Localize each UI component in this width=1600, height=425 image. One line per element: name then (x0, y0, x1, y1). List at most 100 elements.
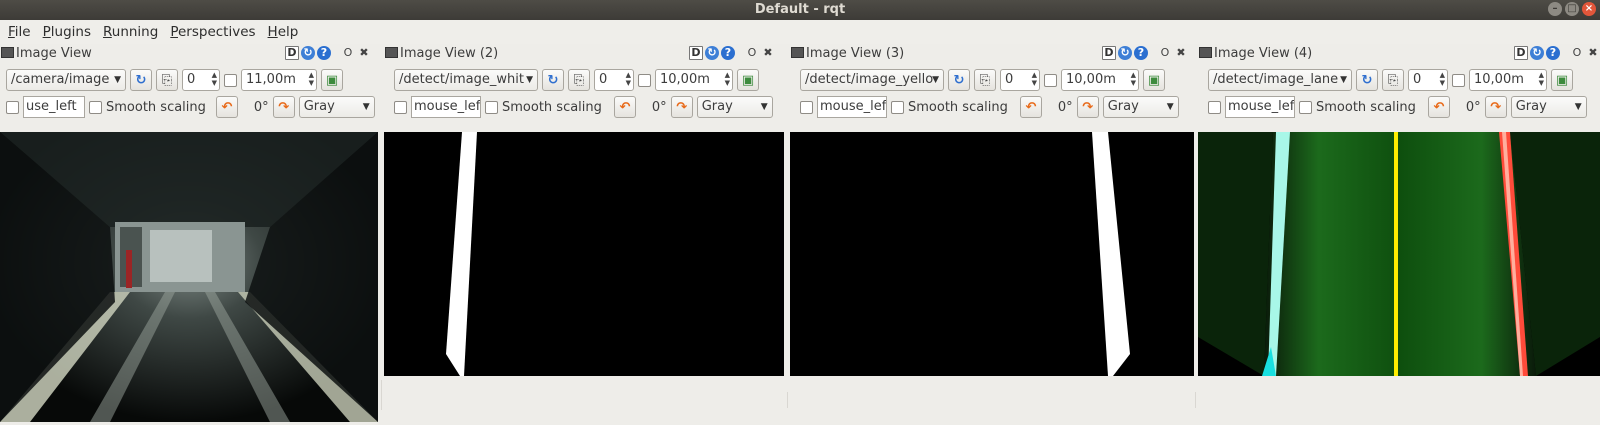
detect-white-image (384, 132, 784, 376)
close-panel-icon[interactable]: ✖ (357, 46, 371, 60)
mouse-topic-field[interactable]: mouse_left (817, 96, 887, 118)
pause-button[interactable]: ⎘ (568, 69, 590, 91)
refresh-topics-button[interactable]: ↻ (948, 69, 970, 91)
topic-select[interactable]: /camera/image ▼ (6, 69, 126, 91)
num-spinbox[interactable]: 0 ▲ ▼ (182, 69, 220, 91)
minimize-icon[interactable]: – (1548, 2, 1562, 16)
max-range-value: 11,00m (246, 72, 296, 87)
pause-button[interactable]: ⎘ (1382, 69, 1404, 91)
panel-divider[interactable] (787, 392, 788, 408)
spin-arrows-icon[interactable]: ▲ ▼ (725, 71, 730, 87)
close-panel-icon[interactable]: ✖ (761, 46, 775, 60)
close-panel-icon[interactable]: ✖ (1174, 46, 1188, 60)
dynamic-range-checkbox[interactable] (224, 73, 237, 87)
panel-title-bar[interactable]: Image View (4) D ↻ ? O ✖ (1198, 44, 1600, 64)
smooth-scaling-checkbox[interactable] (891, 100, 904, 114)
help-icon[interactable]: ? (317, 46, 331, 60)
color-mode-select[interactable]: Gray ▼ (298, 96, 375, 118)
panel-title-bar[interactable]: Image View (3) D ↻ ? O ✖ (790, 44, 1192, 64)
topic-select[interactable]: /detect/image_yello ▼ (800, 69, 944, 91)
panel-divider[interactable] (1195, 392, 1196, 408)
dock-d-icon[interactable]: D (689, 46, 703, 60)
dynamic-range-checkbox[interactable] (1452, 73, 1465, 87)
topic-select[interactable]: /detect/image_lane ▼ (1208, 69, 1352, 91)
save-image-button[interactable]: ▣ (321, 69, 343, 91)
smooth-scaling-checkbox[interactable] (1299, 100, 1312, 114)
close-panel-icon[interactable]: ✖ (1586, 46, 1600, 60)
rotate-right-button[interactable]: ↷ (1484, 96, 1507, 118)
topic-value: /detect/image_whit (399, 72, 524, 87)
num-spinbox-value: 0 (599, 72, 608, 87)
reload-icon[interactable]: ↻ (301, 46, 315, 60)
color-mode-select[interactable]: Gray ▼ (1510, 96, 1587, 118)
refresh-topics-button[interactable]: ↻ (130, 69, 152, 91)
rotate-right-button[interactable]: ↷ (1076, 96, 1099, 118)
publish-click-checkbox[interactable] (800, 100, 813, 114)
color-mode-select[interactable]: Gray ▼ (1102, 96, 1179, 118)
num-spinbox[interactable]: 0 ▲ ▼ (594, 69, 634, 91)
panel-divider[interactable] (381, 380, 382, 410)
options-o-icon[interactable]: O (1158, 46, 1172, 60)
refresh-topics-button[interactable]: ↻ (1356, 69, 1378, 91)
save-image-button[interactable]: ▣ (737, 69, 759, 91)
smooth-scaling-checkbox[interactable] (89, 100, 102, 114)
close-icon[interactable]: × (1582, 2, 1596, 16)
menu-perspectives[interactable]: Perspectives (170, 24, 255, 40)
max-range-spinbox[interactable]: 10,00m ▲ ▼ (1061, 69, 1139, 91)
publish-click-checkbox[interactable] (6, 100, 19, 114)
color-mode-select[interactable]: Gray ▼ (696, 96, 773, 118)
num-spinbox[interactable]: 0 ▲ ▼ (1000, 69, 1040, 91)
panel-title-bar[interactable]: Image View (2) D ↻ ? O ✖ (384, 44, 779, 64)
spin-arrows-icon[interactable]: ▲ ▼ (309, 71, 314, 87)
dynamic-range-checkbox[interactable] (638, 73, 651, 87)
num-spinbox[interactable]: 0 ▲ ▼ (1408, 69, 1448, 91)
max-range-spinbox[interactable]: 10,00m ▲ ▼ (1469, 69, 1547, 91)
spin-arrows-icon[interactable]: ▲ ▼ (1032, 71, 1037, 87)
menu-help[interactable]: Help (268, 24, 299, 40)
reload-icon[interactable]: ↻ (1118, 46, 1132, 60)
dock-d-icon[interactable]: D (285, 46, 299, 60)
publish-click-checkbox[interactable] (1208, 100, 1221, 114)
options-o-icon[interactable]: O (745, 46, 759, 60)
pause-button[interactable]: ⎘ (156, 69, 178, 91)
rotate-left-button[interactable]: ↶ (613, 96, 636, 118)
spin-arrows-icon[interactable]: ▲ ▼ (212, 71, 217, 87)
dynamic-range-checkbox[interactable] (1044, 73, 1057, 87)
spin-arrows-icon[interactable]: ▲ ▼ (626, 71, 631, 87)
reload-icon[interactable]: ↻ (705, 46, 719, 60)
mouse-topic-field[interactable]: use_left (23, 96, 85, 118)
help-icon[interactable]: ? (1134, 46, 1148, 60)
max-range-spinbox[interactable]: 11,00m ▲ ▼ (241, 69, 317, 91)
spin-arrows-icon[interactable]: ▲ ▼ (1131, 71, 1136, 87)
spin-arrows-icon[interactable]: ▲ ▼ (1440, 71, 1445, 87)
maximize-icon[interactable]: □ (1565, 2, 1579, 16)
help-icon[interactable]: ? (721, 46, 735, 60)
rotate-left-button[interactable]: ↶ (1427, 96, 1450, 118)
menu-running[interactable]: Running (103, 24, 158, 40)
save-image-button[interactable]: ▣ (1551, 69, 1573, 91)
pause-button[interactable]: ⎘ (974, 69, 996, 91)
menu-plugins[interactable]: Plugins (43, 24, 91, 40)
rotate-right-button[interactable]: ↷ (272, 96, 295, 118)
rotate-left-button[interactable]: ↶ (215, 96, 238, 118)
dock-d-icon[interactable]: D (1514, 46, 1528, 60)
reload-icon[interactable]: ↻ (1530, 46, 1544, 60)
options-o-icon[interactable]: O (1570, 46, 1584, 60)
panel-grip-icon (1, 47, 14, 58)
mouse-topic-field[interactable]: mouse_left (411, 96, 481, 118)
rotate-right-button[interactable]: ↷ (670, 96, 693, 118)
mouse-topic-field[interactable]: mouse_left (1225, 96, 1295, 118)
rotate-left-button[interactable]: ↶ (1019, 96, 1042, 118)
publish-click-checkbox[interactable] (394, 100, 407, 114)
topic-select[interactable]: /detect/image_whit ▼ (394, 69, 538, 91)
menu-file[interactable]: File (8, 24, 31, 40)
save-image-button[interactable]: ▣ (1143, 69, 1165, 91)
smooth-scaling-checkbox[interactable] (485, 100, 498, 114)
spin-arrows-icon[interactable]: ▲ ▼ (1539, 71, 1544, 87)
panel-title-bar[interactable]: Image View D ↻ ? O ✖ (0, 44, 375, 64)
refresh-topics-button[interactable]: ↻ (542, 69, 564, 91)
max-range-spinbox[interactable]: 10,00m ▲ ▼ (655, 69, 733, 91)
dock-d-icon[interactable]: D (1102, 46, 1116, 60)
options-o-icon[interactable]: O (341, 46, 355, 60)
help-icon[interactable]: ? (1546, 46, 1560, 60)
